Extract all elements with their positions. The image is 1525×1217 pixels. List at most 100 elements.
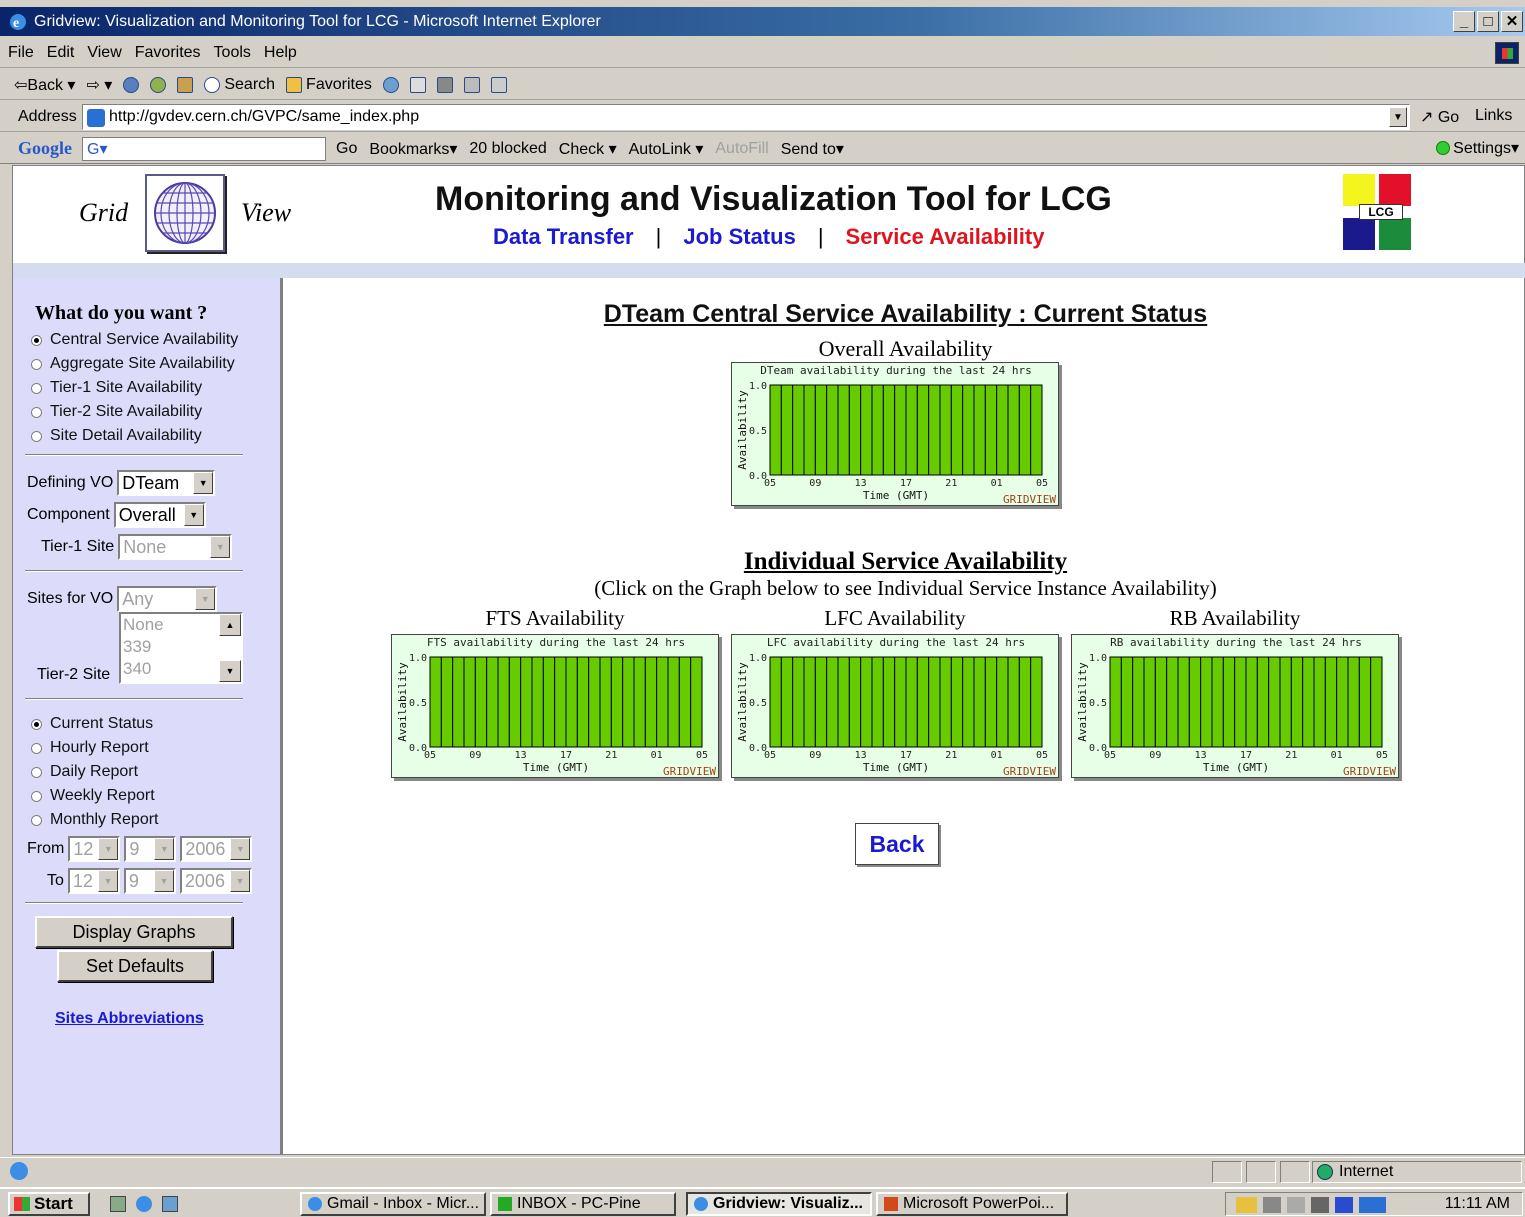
from-day-select[interactable]: 9 ▼	[124, 836, 177, 862]
task-powerpoint[interactable]: Microsoft PowerPoi...	[876, 1192, 1068, 1216]
bar	[871, 384, 884, 476]
links-button[interactable]: Links	[1475, 107, 1512, 125]
component-select[interactable]: Overall ▼	[113, 502, 206, 528]
bar	[973, 656, 986, 748]
google-search-input[interactable]: G▾	[82, 137, 326, 161]
menu-help[interactable]: Help	[264, 44, 297, 62]
report-hourly[interactable]: Hourly Report	[31, 736, 159, 760]
option-aggregate-site[interactable]: Aggregate Site Availability	[31, 352, 238, 376]
bar	[1313, 656, 1326, 748]
bar	[474, 656, 488, 748]
show-desktop-icon[interactable]	[110, 1196, 126, 1212]
go-button[interactable]: ↗ Go	[1420, 107, 1459, 127]
discuss-icon[interactable]	[490, 76, 507, 93]
tier2-listbox[interactable]: None 339 340 ▲ ▼	[119, 612, 243, 684]
to-label: To	[47, 872, 64, 889]
report-daily[interactable]: Daily Report	[31, 760, 159, 784]
menu-bar: File Edit View Favorites Tools Help	[0, 38, 1525, 68]
ie-quicklaunch-icon[interactable]	[136, 1196, 152, 1212]
option-central-service[interactable]: Central Service Availability	[31, 328, 238, 352]
page-title: Monitoring and Visualization Tool for LC…	[435, 180, 1112, 218]
lcg-logo-green	[1379, 218, 1411, 250]
search-button[interactable]: Search	[204, 76, 275, 94]
menu-view[interactable]: View	[87, 44, 121, 62]
list-item[interactable]: 339	[123, 636, 241, 658]
to-day-select[interactable]: 9 ▼	[123, 868, 176, 894]
to-date-row: To 12 ▼ 9 ▼ 2006 ▼	[47, 868, 252, 894]
scroll-up-icon[interactable]: ▲	[219, 614, 241, 636]
menu-favorites[interactable]: Favorites	[135, 44, 201, 62]
set-defaults-button[interactable]: Set Defaults	[57, 950, 213, 982]
option-site-detail[interactable]: Site Detail Availability	[31, 424, 238, 448]
google-logo[interactable]: Google	[18, 138, 72, 159]
favorites-button[interactable]: Favorites	[286, 76, 372, 94]
google-sendto-button[interactable]: Send to▾	[781, 139, 844, 159]
to-month-select[interactable]: 12 ▼	[67, 868, 120, 894]
x-tick-label: 01	[991, 750, 1003, 761]
title-bar[interactable]: e Gridview: Visualization and Monitoring…	[0, 7, 1525, 36]
task-pine[interactable]: INBOX - PC-Pine	[490, 1192, 676, 1216]
x-tick-label: 13	[515, 750, 527, 761]
google-autofill-button[interactable]: AutoFill	[715, 140, 768, 158]
main-heading: DTeam Central Service Availability : Cur…	[603, 300, 1208, 328]
close-button[interactable]: ✕	[1501, 11, 1523, 32]
from-month-select[interactable]: 12 ▼	[68, 836, 121, 862]
report-weekly[interactable]: Weekly Report	[31, 784, 159, 808]
tier1-select[interactable]: None ▼	[118, 534, 233, 560]
nav-data-transfer[interactable]: Data Transfer	[493, 224, 634, 250]
bar	[1211, 656, 1224, 748]
bar	[644, 656, 658, 748]
scroll-down-icon[interactable]: ▼	[219, 660, 241, 682]
option-tier2-site[interactable]: Tier-2 Site Availability	[31, 400, 238, 424]
menu-edit[interactable]: Edit	[47, 44, 75, 62]
google-bookmarks-button[interactable]: Bookmarks▾	[369, 139, 457, 159]
google-go-button[interactable]: Go	[336, 140, 357, 158]
address-dropdown-icon[interactable]: ▼	[1389, 107, 1407, 127]
defining-vo-select[interactable]: DTeam ▼	[117, 470, 216, 496]
bar	[894, 656, 907, 748]
individual-hint: (Click on the Graph below to see Individ…	[594, 576, 1217, 600]
display-graphs-button[interactable]: Display Graphs	[35, 916, 233, 948]
google-autolink-button[interactable]: AutoLink ▾	[629, 139, 704, 159]
back-button[interactable]: ⇦Back ▾	[14, 75, 75, 95]
print-icon[interactable]	[436, 76, 453, 93]
report-current-status[interactable]: Current Status	[31, 712, 159, 736]
bar	[928, 384, 941, 476]
nav-service-availability[interactable]: Service Availability	[846, 224, 1045, 250]
nav-job-status[interactable]: Job Status	[683, 224, 795, 250]
bar	[1302, 656, 1315, 748]
to-year-select[interactable]: 2006 ▼	[179, 868, 252, 894]
google-blocked-button[interactable]: 20 blocked	[469, 140, 546, 158]
rb-graph[interactable]: RB availability during the last 24 hrs 0.…	[1071, 634, 1399, 778]
task-gridview[interactable]: Gridview: Visualiz...	[686, 1192, 872, 1216]
fts-graph[interactable]: FTS availability during the last 24 hrs 0…	[391, 634, 719, 778]
start-button[interactable]: Start	[8, 1192, 90, 1216]
sites-for-vo-select[interactable]: Any ▼	[117, 586, 218, 612]
edit-icon[interactable]	[463, 76, 480, 93]
google-settings-button[interactable]: Settings▾	[1436, 138, 1519, 158]
sites-abbreviations-link[interactable]: Sites Abbreviations	[55, 1010, 204, 1028]
history-icon[interactable]	[382, 76, 399, 93]
mail-icon[interactable]	[409, 76, 426, 93]
menu-file[interactable]: File	[8, 44, 34, 62]
maximize-button[interactable]: □	[1477, 11, 1499, 32]
forward-button[interactable]: ⇨ ▾	[86, 75, 112, 95]
report-monthly[interactable]: Monthly Report	[31, 808, 159, 832]
option-tier1-site[interactable]: Tier-1 Site Availability	[31, 376, 238, 400]
refresh-icon[interactable]	[150, 76, 167, 93]
address-input[interactable]: http://gvdev.cern.ch/GVPC/same_index.php…	[82, 104, 1410, 130]
back-button[interactable]: Back	[855, 823, 939, 865]
minimize-button[interactable]: _	[1453, 11, 1475, 32]
home-icon[interactable]	[177, 76, 194, 93]
gridview-watermark: GRIDVIEW	[1003, 493, 1056, 506]
x-tick-label: 01	[651, 750, 663, 761]
from-year-select[interactable]: 2006 ▼	[180, 836, 253, 862]
google-check-button[interactable]: Check ▾	[559, 139, 617, 159]
menu-tools[interactable]: Tools	[214, 44, 251, 62]
explorer-quicklaunch-icon[interactable]	[162, 1196, 178, 1212]
tray-icons[interactable]	[1236, 1197, 1386, 1213]
stop-icon[interactable]	[123, 76, 140, 93]
task-gmail[interactable]: Gmail - Inbox - Micr...	[300, 1192, 486, 1216]
overall-graph[interactable]: DTeam availability during the last 24 hr…	[731, 362, 1059, 506]
lfc-graph[interactable]: LFC availability during the last 24 hrs 0…	[731, 634, 1059, 778]
